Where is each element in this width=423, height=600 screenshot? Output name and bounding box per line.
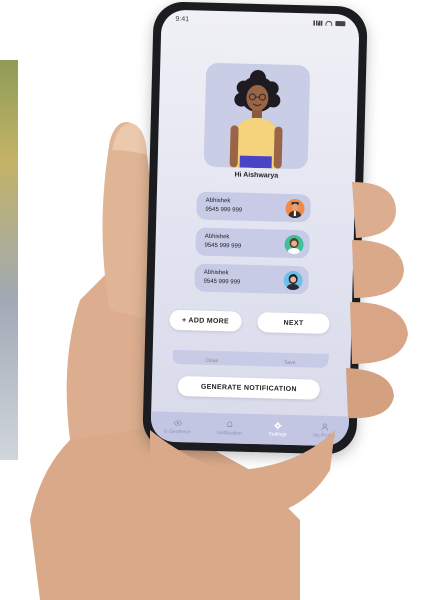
hand-front-icon xyxy=(150,182,408,520)
